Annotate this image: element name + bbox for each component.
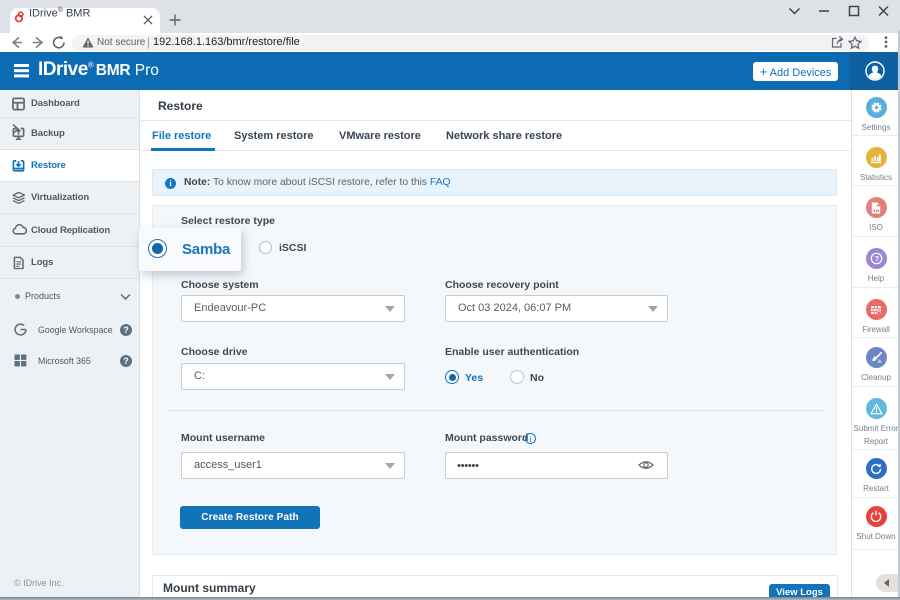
svg-text:?: ? <box>874 254 879 263</box>
